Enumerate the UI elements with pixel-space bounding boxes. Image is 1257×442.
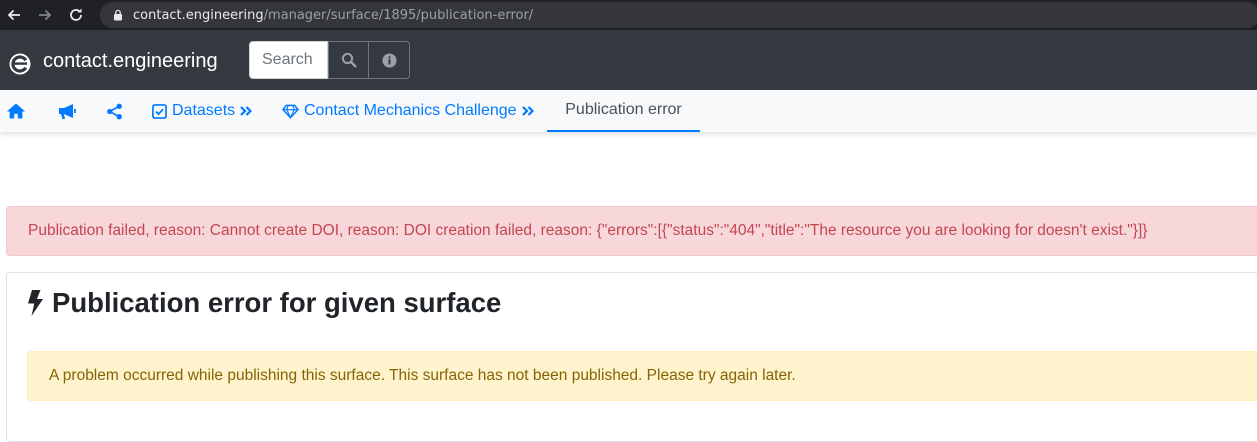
reload-icon <box>70 8 82 21</box>
search-group <box>249 41 410 79</box>
info-icon <box>381 52 397 68</box>
contact-engineering-logo-icon[interactable] <box>8 52 32 76</box>
url-text: contact.engineering/manager/surface/1895… <box>133 8 533 23</box>
tab-contact-mechanics-challenge-label: Contact Mechanics Challenge <box>304 102 517 119</box>
url-path: /manager/surface/1895/publication-error/ <box>263 7 534 23</box>
publication-warning-text: A problem occurred while publishing this… <box>49 367 796 384</box>
bullhorn-icon <box>59 104 76 119</box>
browser-toolbar: contact.engineering/manager/surface/1895… <box>0 0 1257 30</box>
reload-button[interactable] <box>65 4 87 26</box>
page-title-text: Publication error for given surface <box>52 287 502 318</box>
tab-share[interactable] <box>106 90 123 132</box>
search-icon <box>341 52 356 68</box>
tab-announcements[interactable] <box>56 90 76 132</box>
brand-name[interactable]: contact.engineering <box>43 50 218 73</box>
tab-datasets[interactable]: Datasets <box>152 90 253 132</box>
url-host: contact.engineering <box>133 7 264 23</box>
search-input[interactable] <box>249 41 328 79</box>
tab-publication-error-label: Publication error <box>565 101 682 118</box>
forward-button[interactable] <box>34 4 56 26</box>
checkbox-icon <box>152 103 167 119</box>
arrow-right-icon <box>39 9 52 21</box>
breadcrumb-tabs: Datasets Contact Mechanics Challenge Pub… <box>0 90 1257 132</box>
diamond-icon <box>282 104 299 119</box>
tab-contact-mechanics-challenge[interactable]: Contact Mechanics Challenge <box>282 90 535 132</box>
share-icon <box>107 103 122 119</box>
back-button[interactable] <box>3 4 25 26</box>
tab-publication-error[interactable]: Publication error <box>547 90 700 132</box>
address-bar[interactable]: contact.engineering/manager/surface/1895… <box>100 2 1257 28</box>
publication-failed-alert: Publication failed, reason: Cannot creat… <box>6 206 1257 256</box>
publication-error-card: Publication error for given surface A pr… <box>6 272 1257 442</box>
chevron-double-right-icon <box>239 105 253 117</box>
top-navbar: contact.engineering <box>0 30 1257 90</box>
tab-home[interactable] <box>6 90 26 132</box>
info-button[interactable] <box>369 41 410 79</box>
publication-failed-text: Publication failed, reason: Cannot creat… <box>28 222 1148 239</box>
lock-icon <box>112 9 124 21</box>
bolt-icon <box>26 289 44 317</box>
publication-warning-alert: A problem occurred while publishing this… <box>27 351 1257 401</box>
home-icon <box>7 103 25 119</box>
tab-datasets-label: Datasets <box>172 102 236 119</box>
chevron-double-right-icon <box>521 105 535 117</box>
arrow-left-icon <box>7 9 20 21</box>
search-button[interactable] <box>328 41 369 79</box>
page-title: Publication error for given surface <box>26 287 501 319</box>
